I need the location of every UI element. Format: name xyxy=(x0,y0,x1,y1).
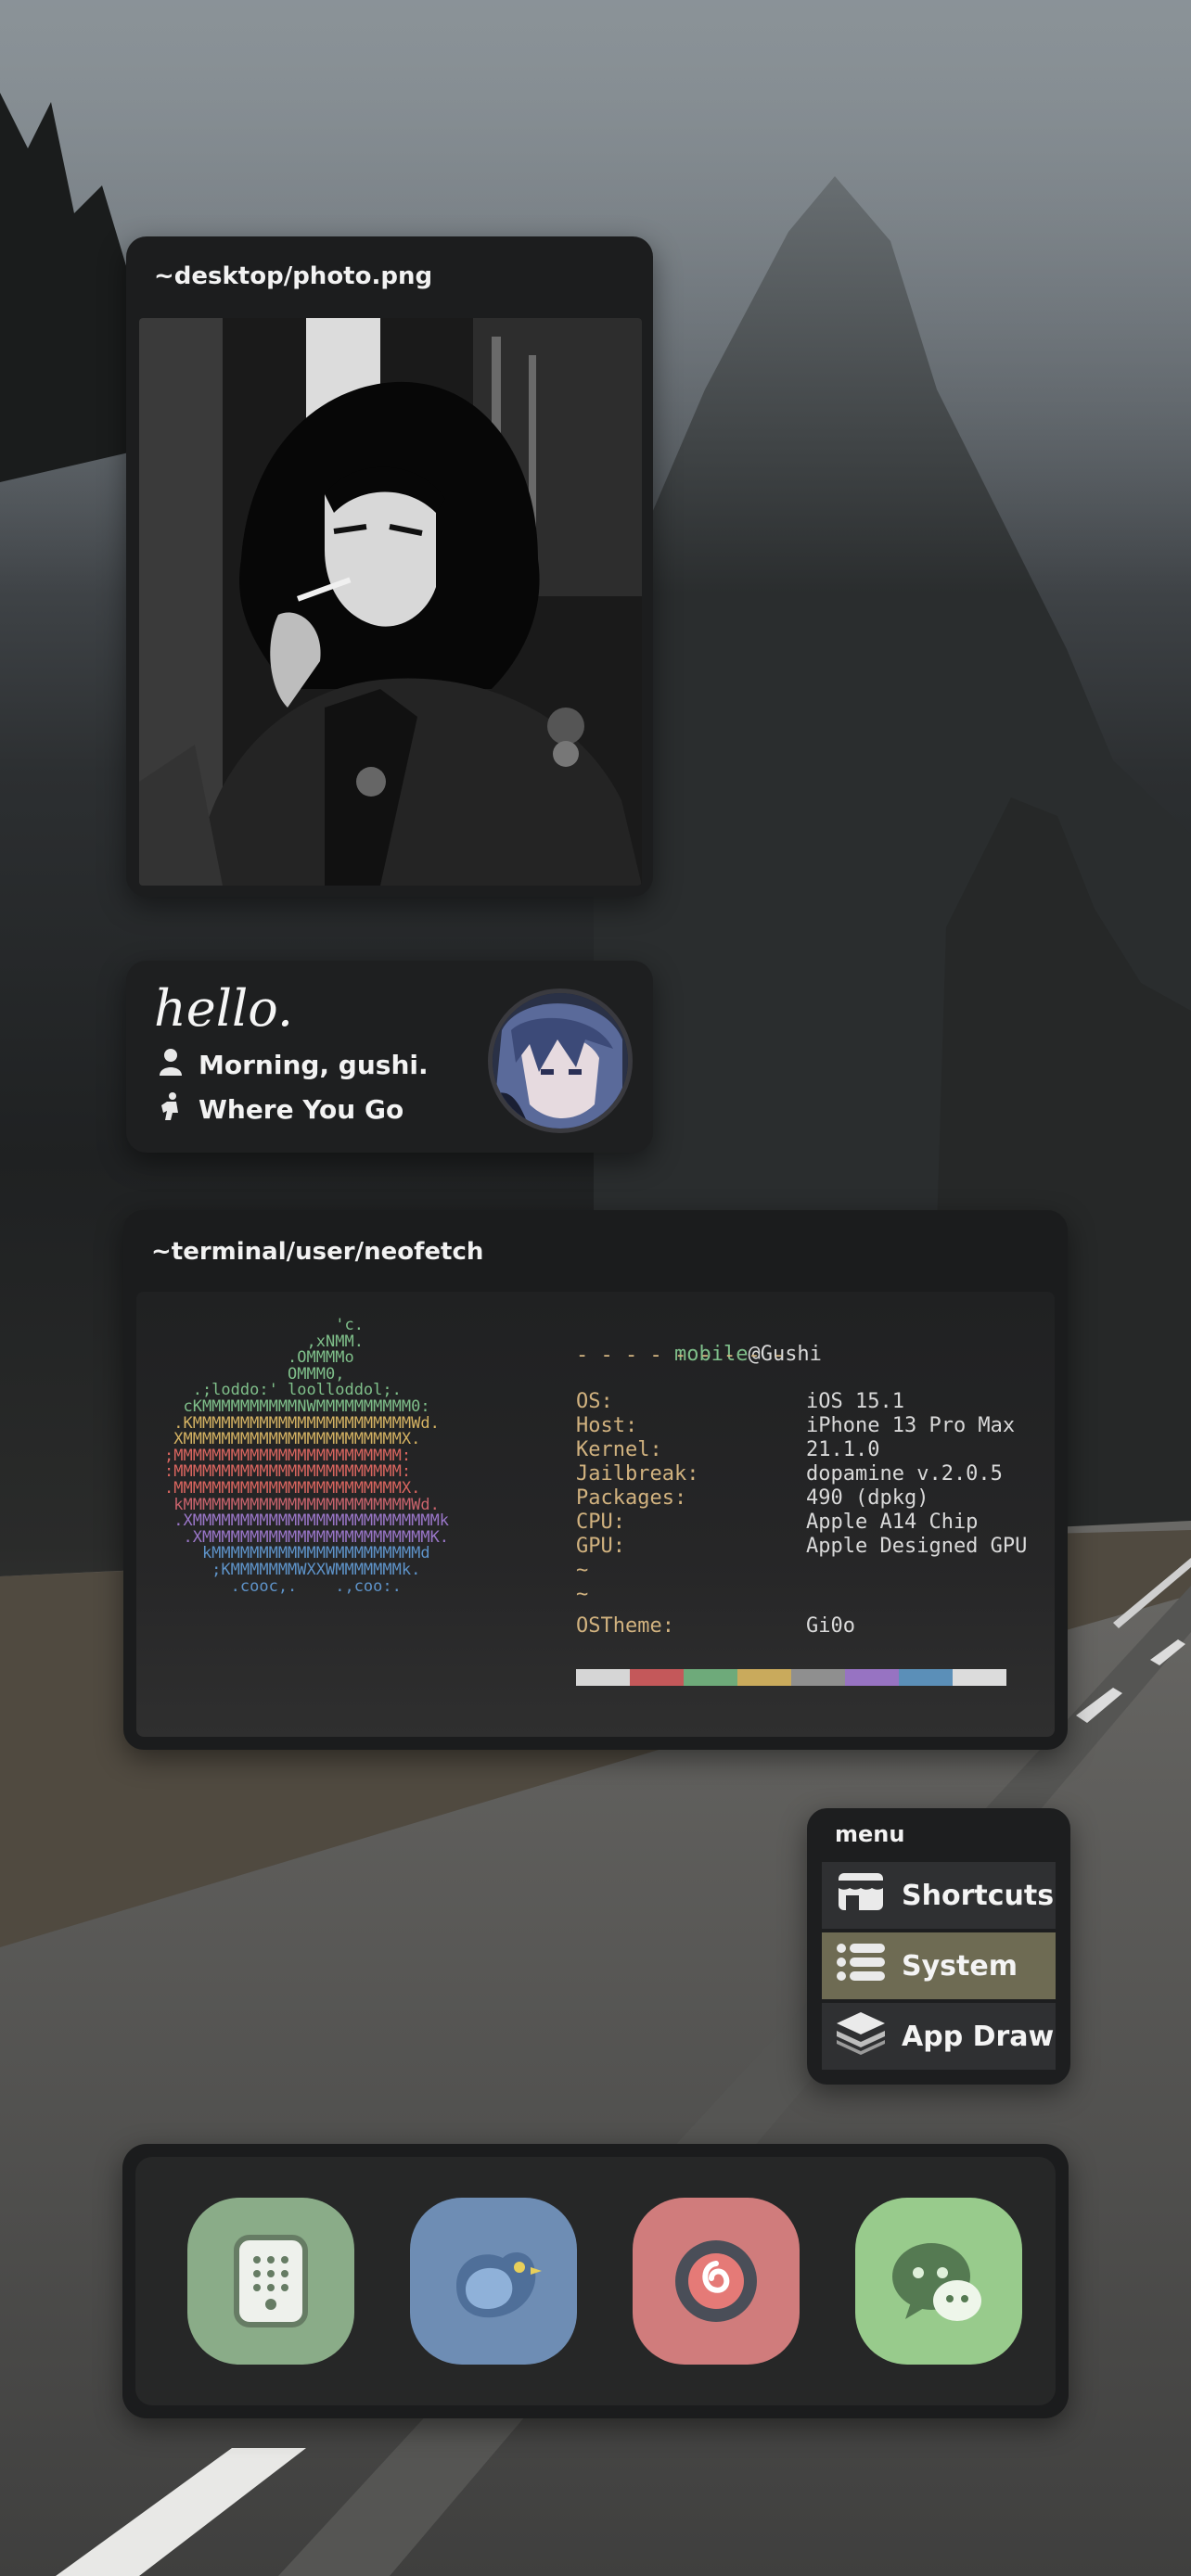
dock xyxy=(122,2144,1069,2418)
app-music[interactable] xyxy=(633,2198,800,2365)
field-key: ~ xyxy=(576,1583,589,1606)
dock-panel xyxy=(135,2157,1056,2405)
bird-icon xyxy=(456,2252,542,2318)
field-key: Kernel: xyxy=(576,1438,662,1461)
avatar[interactable] xyxy=(488,988,633,1133)
greeting-text: Morning, gushi. xyxy=(198,1050,429,1080)
menu-item-system[interactable]: System xyxy=(822,1932,1056,1999)
field-key: OS: xyxy=(576,1390,613,1413)
where-text: Where You Go xyxy=(198,1094,404,1125)
neofetch-field: Host: iPhone 13 Pro Max xyxy=(576,1414,1015,1437)
neofetch-field: Jailbreak: dopamine v.2.0.5 xyxy=(576,1462,1003,1486)
app-dialer[interactable] xyxy=(187,2198,354,2365)
field-value: dopamine v.2.0.5 xyxy=(806,1462,1003,1486)
menu-item-app-draw[interactable]: App Draw xyxy=(822,2003,1056,2070)
menu-item-label: App Draw xyxy=(902,2020,1055,2053)
ascii-line: ;KMMMMMMMWXXWMMMMMMMk. xyxy=(164,1560,421,1579)
netease-music-icon xyxy=(675,2240,757,2322)
color-swatch xyxy=(899,1669,953,1686)
menu-item-label: System xyxy=(902,1949,1018,1983)
ascii-line: .cooc,. .,coo:. xyxy=(164,1576,402,1596)
neofetch-widget[interactable]: ~terminal/user/neofetch 'c. ,xNMM. .OMMM… xyxy=(123,1210,1068,1750)
field-value: 21.1.0 xyxy=(806,1438,880,1461)
color-swatch xyxy=(576,1669,630,1686)
field-value: 490 (dpkg) xyxy=(806,1486,929,1510)
photo-widget-title: ~desktop/photo.png xyxy=(154,262,433,290)
color-swatch xyxy=(737,1669,791,1686)
field-value: Apple Designed GPU xyxy=(806,1535,1028,1558)
menu-item-label: Shortcuts xyxy=(902,1879,1055,1912)
keypad-phone-icon xyxy=(234,2235,308,2327)
menu-widget[interactable]: menu Shortcuts System App Draw xyxy=(807,1808,1070,2085)
greeting-widget[interactable]: hello. Morning, gushi. Where You Go xyxy=(126,961,653,1153)
walker-icon xyxy=(160,1092,182,1127)
photo-widget[interactable]: ~desktop/photo.png xyxy=(126,236,653,897)
wechat-icon xyxy=(892,2243,981,2321)
color-swatch xyxy=(953,1669,1006,1686)
neofetch-field: OS: iOS 15.1 xyxy=(576,1390,904,1413)
list-icon xyxy=(835,1942,887,1990)
neofetch-field: ~ xyxy=(576,1583,588,1606)
field-key: Packages: xyxy=(576,1486,687,1510)
field-value: iOS 15.1 xyxy=(806,1390,904,1413)
menu-item-shortcuts[interactable]: Shortcuts xyxy=(822,1862,1056,1929)
manga-portrait-image[interactable] xyxy=(139,318,642,886)
field-key: OSTheme: xyxy=(576,1614,674,1638)
neofetch-field: OSTheme: Gi0o xyxy=(576,1614,855,1638)
neofetch-field: GPU: Apple Designed GPU xyxy=(576,1535,1027,1558)
neofetch-field: ~ xyxy=(576,1559,588,1582)
neofetch-field: Packages: 490 (dpkg) xyxy=(576,1486,928,1510)
app-wechat[interactable] xyxy=(855,2198,1022,2365)
ascii-line: cKMMMMMMMMMMNWMMMMMMMMMM0: xyxy=(164,1396,430,1416)
store-icon xyxy=(835,1871,887,1919)
field-value: Apple A14 Chip xyxy=(806,1511,979,1534)
greeting-row: Morning, gushi. xyxy=(160,1048,429,1082)
apple-ascii-logo: 'c. ,xNMM. .OMMMMo OMMM0, .;loddo:' lool… xyxy=(164,1316,449,1596)
color-palette xyxy=(576,1669,1006,1686)
field-value: Gi0o xyxy=(806,1614,855,1638)
field-value: iPhone 13 Pro Max xyxy=(806,1414,1016,1437)
neofetch-field: Kernel: 21.1.0 xyxy=(576,1438,879,1461)
ascii-line: 'c. xyxy=(164,1316,364,1334)
field-key: ~ xyxy=(576,1559,589,1582)
hello-script-text: hello. xyxy=(154,979,294,1038)
where-row: Where You Go xyxy=(160,1092,403,1127)
person-icon xyxy=(160,1048,182,1082)
color-swatch xyxy=(684,1669,737,1686)
menu-title: menu xyxy=(835,1821,905,1847)
terminal-panel: 'c. ,xNMM. .OMMMMo OMMM0, .;loddo:' lool… xyxy=(136,1292,1055,1737)
color-swatch xyxy=(630,1669,684,1686)
app-bird[interactable] xyxy=(410,2198,577,2365)
color-swatch xyxy=(791,1669,845,1686)
ascii-line: .MMMMMMMMMMMMMMMMMMMMMMMMX. xyxy=(164,1478,421,1498)
field-key: GPU: xyxy=(576,1535,625,1558)
anime-avatar-image xyxy=(493,993,628,1129)
color-swatch xyxy=(845,1669,899,1686)
field-key: Jailbreak: xyxy=(576,1462,699,1486)
field-key: Host: xyxy=(576,1414,638,1437)
layers-icon xyxy=(835,2010,887,2062)
neofetch-field: CPU: Apple A14 Chip xyxy=(576,1511,978,1534)
field-key: CPU: xyxy=(576,1511,625,1534)
separator: - - - - - - - - - xyxy=(576,1344,786,1367)
terminal-widget-title: ~terminal/user/neofetch xyxy=(151,1238,484,1266)
